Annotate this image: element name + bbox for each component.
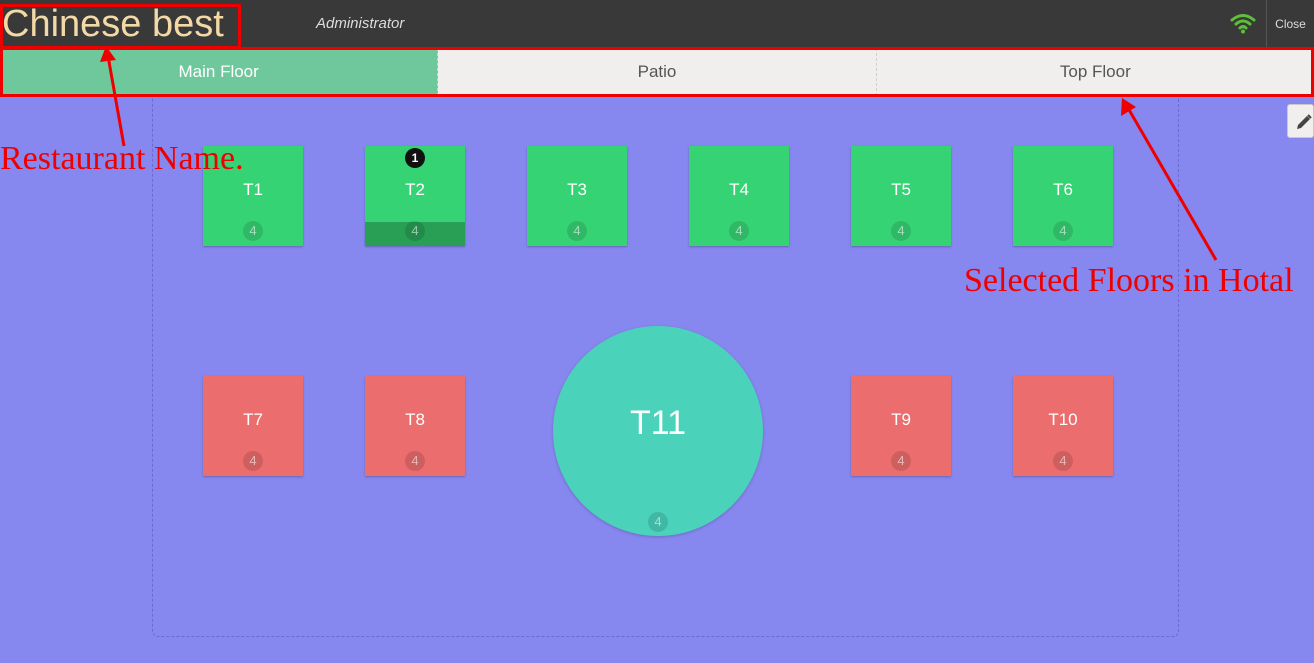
table-t11[interactable]: T11 4: [553, 326, 763, 536]
table-name: T6: [1053, 180, 1073, 199]
table-t9[interactable]: T9 4: [851, 376, 951, 476]
wifi-icon: [1230, 14, 1256, 34]
table-name: T2: [405, 180, 425, 199]
table-name: T5: [891, 180, 911, 199]
annotation-selected-floors: Selected Floors in Hotal: [964, 262, 1294, 299]
table-name: T9: [891, 410, 911, 429]
table-t6[interactable]: T6 4: [1013, 146, 1113, 246]
order-count-badge: 1: [405, 148, 425, 168]
table-name: T3: [567, 180, 587, 199]
table-name: T10: [1048, 410, 1078, 429]
user-name[interactable]: Administrator: [316, 0, 404, 48]
seat-count: 4: [729, 221, 749, 241]
seat-count: 4: [891, 221, 911, 241]
table-name: T8: [405, 410, 425, 429]
table-t10[interactable]: T10 4: [1013, 376, 1113, 476]
table-name: T7: [243, 410, 263, 429]
seat-count: 4: [243, 221, 263, 241]
annotation-box-restaurant-name: [0, 4, 241, 49]
edit-floor-button[interactable]: [1287, 104, 1314, 138]
table-t7[interactable]: T7 4: [203, 376, 303, 476]
annotation-restaurant-name: Restaurant Name.: [0, 140, 244, 177]
table-t4[interactable]: T4 4: [689, 146, 789, 246]
table-t3[interactable]: T3 4: [527, 146, 627, 246]
table-t2[interactable]: 1 T2 4: [365, 146, 465, 246]
seat-count: 4: [243, 451, 263, 471]
pencil-icon: [1297, 114, 1312, 129]
table-t8[interactable]: T8 4: [365, 376, 465, 476]
table-name: T1: [243, 180, 263, 199]
seat-count: 4: [405, 451, 425, 471]
table-name: T11: [629, 404, 687, 442]
seat-count: 4: [405, 221, 425, 241]
seat-count: 4: [1053, 451, 1073, 471]
seat-count: 4: [567, 221, 587, 241]
table-name: T4: [729, 180, 749, 199]
table-t5[interactable]: T5 4: [851, 146, 951, 246]
seat-count: 4: [1053, 221, 1073, 241]
annotation-box-floors: [0, 47, 1314, 97]
close-button[interactable]: Close: [1266, 0, 1314, 48]
seat-count: 4: [891, 451, 911, 471]
seat-count: 4: [648, 512, 668, 532]
